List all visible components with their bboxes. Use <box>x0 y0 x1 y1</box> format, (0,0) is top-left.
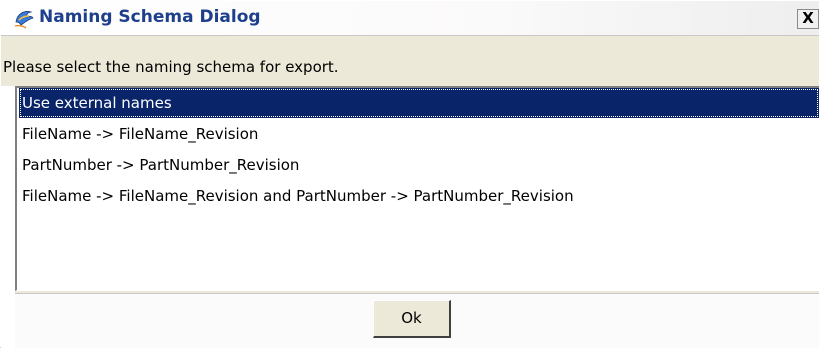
list-item-use-external-names[interactable]: Use external names <box>19 88 819 118</box>
button-bar: Ok <box>15 293 819 348</box>
list-item-label: PartNumber -> PartNumber_Revision <box>22 156 300 174</box>
prompt-label: Please select the naming schema for expo… <box>3 58 339 76</box>
window-title: Naming Schema Dialog <box>39 7 261 27</box>
close-button[interactable]: X <box>797 9 819 29</box>
list-item-filename-and-partnumber-revision[interactable]: FileName -> FileName_Revision and PartNu… <box>19 181 819 211</box>
prompt-area: Please select the naming schema for expo… <box>1 36 819 86</box>
title-bar[interactable]: Naming Schema Dialog X <box>1 1 819 36</box>
list-item-label: Use external names <box>22 94 172 112</box>
naming-schema-list[interactable]: Use external names FileName -> FileName_… <box>15 86 819 291</box>
list-item-filename-revision[interactable]: FileName -> FileName_Revision <box>19 119 819 149</box>
list-item-label: FileName -> FileName_Revision and PartNu… <box>22 187 574 205</box>
ok-button[interactable]: Ok <box>373 300 451 338</box>
app-icon <box>13 7 35 29</box>
list-item-partnumber-revision[interactable]: PartNumber -> PartNumber_Revision <box>19 150 819 180</box>
close-icon: X <box>802 9 814 27</box>
naming-schema-dialog: Naming Schema Dialog X Please select the… <box>0 0 819 348</box>
list-item-label: FileName -> FileName_Revision <box>22 125 259 143</box>
left-margin <box>1 86 15 348</box>
